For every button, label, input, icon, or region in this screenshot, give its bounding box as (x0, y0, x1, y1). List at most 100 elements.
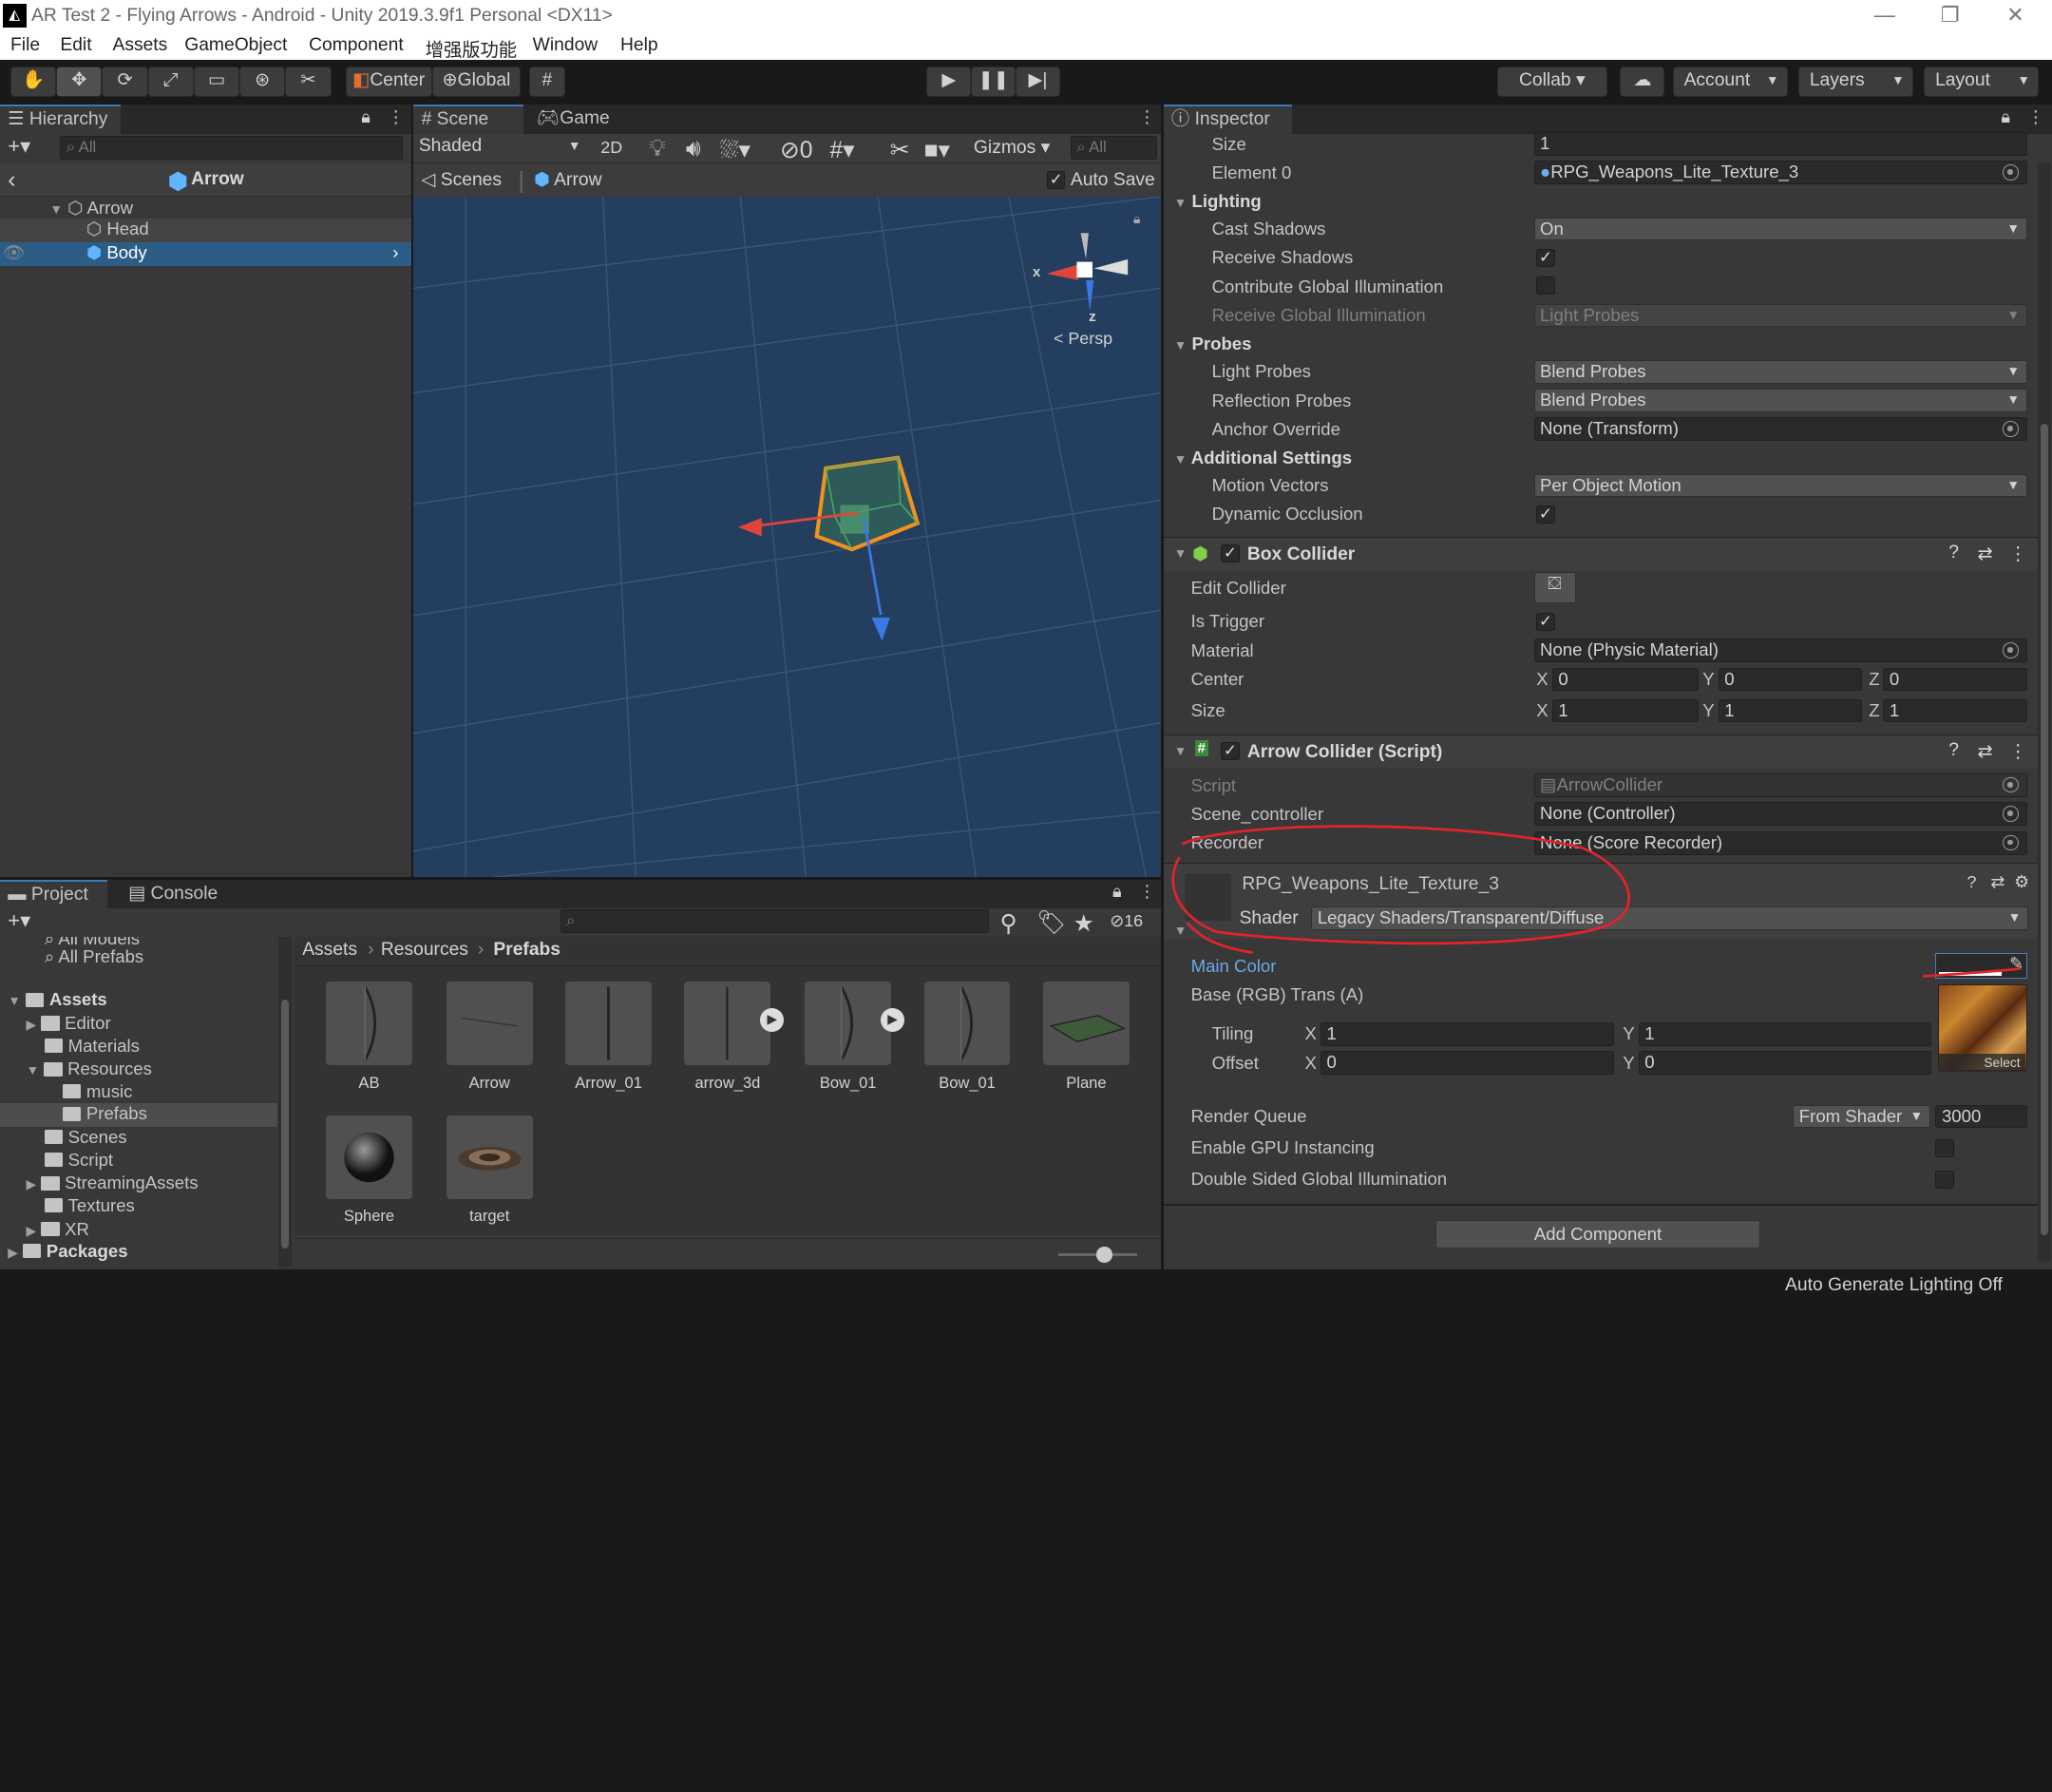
center-x-field[interactable]: 0 (1551, 667, 1700, 692)
tab-console[interactable]: ▤ Console (121, 880, 231, 908)
tab-inspector[interactable]: ⓘ Inspector (1163, 105, 1292, 134)
scene-controller-field[interactable]: None (Controller) (1533, 802, 2027, 827)
cloud-icon[interactable]: ☁ (1620, 67, 1665, 97)
kebab-menu-icon[interactable]: ⋮ (388, 107, 405, 127)
edit-collider-button[interactable]: ⛋ (1533, 572, 1576, 604)
object-picker-icon[interactable] (2003, 834, 2019, 851)
eyedropper-icon[interactable]: ✎ (2009, 954, 2024, 974)
lighting-toggle-icon[interactable]: 💡︎ (649, 136, 665, 162)
menu-assets[interactable]: Assets (112, 35, 167, 56)
account-dropdown[interactable]: Account ▼ (1672, 67, 1788, 97)
tree-item-materials[interactable]: Materials (44, 1036, 140, 1057)
restore-icon[interactable]: ❐ (1934, 3, 1966, 28)
size-z-field[interactable]: 1 (1883, 698, 2027, 723)
grid-toggle-icon[interactable]: #▾ (829, 136, 854, 164)
object-picker-icon[interactable] (2003, 421, 2019, 437)
custom-tool-icon[interactable]: ✂ (285, 67, 332, 97)
breadcrumb-scenes[interactable]: ◁ Scenes (422, 168, 502, 191)
play-preview-icon[interactable]: ▶ (760, 1007, 785, 1032)
light-probes-dropdown[interactable]: Blend Probes ▼ (1533, 359, 2027, 384)
favorite-star-icon[interactable]: ★ (1074, 909, 1094, 938)
main-color-swatch[interactable]: ✎ (1935, 952, 2027, 980)
tab-project[interactable]: ▬ Project (0, 879, 107, 909)
autosave-checkbox[interactable]: ✓ (1047, 171, 1066, 190)
menu-window[interactable]: Window (533, 35, 598, 56)
zoom-slider-thumb[interactable] (1096, 1247, 1112, 1263)
pivot-center-button[interactable]: ◧Center (345, 67, 432, 97)
tab-hierarchy[interactable]: ☰ Hierarchy (0, 105, 121, 134)
object-picker-icon[interactable] (2003, 642, 2019, 658)
materials-size-field[interactable]: 1 (1533, 132, 2027, 156)
texture-thumbnail[interactable]: Select (1938, 983, 2027, 1072)
menu-component[interactable]: Component (309, 35, 404, 56)
kebab-menu-icon[interactable]: ⋮ (1139, 107, 1156, 127)
probes-foldout[interactable]: ▼ Probes (1174, 334, 1252, 354)
camera-icon[interactable]: ■▾ (924, 136, 950, 164)
size-y-field[interactable]: 1 (1718, 698, 1863, 723)
center-z-field[interactable]: 0 (1883, 667, 2027, 692)
tree-item-textures[interactable]: Textures (44, 1195, 135, 1216)
rotate-tool-icon[interactable]: ⟳ (102, 67, 148, 97)
offset-y-field[interactable]: 0 (1638, 1051, 1932, 1075)
additional-settings-foldout[interactable]: ▼ Additional Settings (1174, 448, 1352, 468)
tree-item-scenes[interactable]: Scenes (44, 1127, 127, 1148)
scene-search-input[interactable]: ⌕ All (1070, 136, 1157, 161)
menu-edit[interactable]: Edit (60, 35, 91, 56)
lock-icon[interactable]: 🔒︎ (1133, 212, 1140, 227)
texture-select-button[interactable]: Select (1939, 1053, 2026, 1072)
cast-shadows-dropdown[interactable]: On ▼ (1533, 217, 2027, 241)
gizmos-dropdown[interactable]: Gizmos ▾ (974, 136, 1050, 159)
shader-dropdown[interactable]: Legacy Shaders/Transparent/Diffuse ▼ (1311, 906, 2029, 931)
tiling-x-field[interactable]: 1 (1320, 1021, 1614, 1046)
tree-item-editor[interactable]: ▶ Editor (27, 1013, 111, 1034)
tree-item-prefabs[interactable]: Prefabs (0, 1103, 278, 1128)
tiling-y-field[interactable]: 1 (1638, 1021, 1932, 1046)
render-queue-field[interactable]: 3000 (1935, 1104, 2027, 1129)
menu-gameobject[interactable]: GameObject (184, 35, 287, 56)
lock-icon[interactable]: 🔒︎ (1112, 882, 1122, 902)
play-preview-icon[interactable]: ▶ (881, 1007, 904, 1032)
kebab-menu-icon[interactable]: ⋮ (2009, 543, 2027, 565)
orientation-gizmo[interactable] (1034, 225, 1138, 330)
rect-tool-icon[interactable]: ▭ (193, 67, 240, 97)
offset-x-field[interactable]: 0 (1320, 1051, 1614, 1075)
is-trigger-checkbox[interactable]: ✓ (1536, 612, 1555, 631)
project-search-input[interactable]: ⌕ (560, 909, 990, 934)
tree-scrollbar-thumb[interactable] (281, 1000, 290, 1249)
inspector-scrollbar[interactable] (2037, 162, 2051, 1262)
double-sided-gi-checkbox[interactable] (1935, 1170, 1954, 1189)
size-x-field[interactable]: 1 (1551, 698, 1700, 723)
tree-item-xr[interactable]: ▶ XR (27, 1219, 89, 1240)
back-arrow-icon[interactable]: ‹ (8, 167, 15, 194)
persp-toggle[interactable]: < Persp (1054, 329, 1112, 349)
asset-item[interactable]: Bow_01 (923, 982, 1011, 1092)
tab-scene[interactable]: # Scene (413, 105, 524, 134)
scale-tool-icon[interactable]: ⤢ (147, 67, 194, 97)
hand-tool-icon[interactable]: ✋ (10, 67, 57, 97)
tree-item-streamingassets[interactable]: ▶ StreamingAssets (27, 1172, 199, 1193)
object-picker-icon[interactable] (2003, 164, 2019, 181)
menu-file[interactable]: File (10, 35, 40, 56)
create-plus-icon[interactable]: +▾ (8, 908, 30, 933)
hidden-packages-toggle[interactable]: ⊘16 (1110, 911, 1143, 931)
hierarchy-item-arrow[interactable]: ▼ ⬡ Arrow (49, 198, 410, 219)
tab-game[interactable]: 🎮︎Game (529, 105, 620, 133)
menu-enhanced[interactable]: 增强版功能 (426, 35, 517, 62)
dynamic-occlusion-checkbox[interactable]: ✓ (1536, 505, 1555, 524)
kebab-menu-icon[interactable]: ⋮ (2009, 740, 2027, 763)
tree-item-resources[interactable]: ▼ Resources (27, 1058, 152, 1079)
filter-type-icon[interactable]: ⚲ (999, 909, 1016, 938)
add-component-button[interactable]: Add Component (1435, 1219, 1760, 1249)
help-icon[interactable]: ? (1948, 543, 1959, 563)
tree-item-script[interactable]: Script (44, 1150, 113, 1171)
receive-shadows-checkbox[interactable]: ✓ (1536, 248, 1555, 268)
visibility-eye-icon[interactable]: 👁︎ (3, 242, 26, 263)
tools-icon[interactable]: ✂ (890, 136, 910, 164)
reflection-probes-dropdown[interactable]: Blend Probes ▼ (1533, 389, 2027, 412)
move-tool-icon[interactable]: ✥ (56, 67, 103, 97)
box-collider-enabled-checkbox[interactable]: ✓ (1221, 543, 1240, 562)
inspector-scrollbar-thumb[interactable] (2040, 424, 2048, 1236)
breadcrumb-assets[interactable]: Assets (302, 940, 357, 961)
effects-toggle-icon[interactable]: ⛆▾ (720, 136, 750, 164)
arrow-collider-header[interactable]: ▼ # ✓ Arrow Collider (Script) ? ⇄ ⋮ (1163, 734, 2041, 769)
